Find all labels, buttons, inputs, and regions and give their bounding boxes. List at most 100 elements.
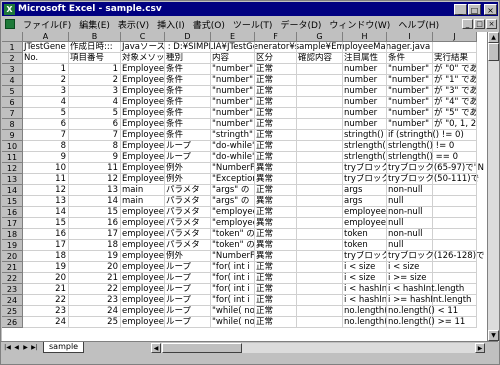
table-cell[interactable]: EmployeeM xyxy=(121,75,165,86)
doc-restore-button[interactable]: □ xyxy=(474,19,485,29)
table-cell[interactable]: EmployeeM xyxy=(121,86,165,97)
table-cell[interactable]: 条件 xyxy=(165,119,211,130)
table-cell[interactable]: "number" xyxy=(211,119,255,130)
table-cell[interactable]: 正常 xyxy=(255,108,297,119)
table-cell[interactable]: employeeS xyxy=(121,218,165,229)
table-cell[interactable]: 正常 xyxy=(255,262,297,273)
column-header[interactable]: A xyxy=(23,32,69,42)
table-cell[interactable]: 項目番号 xyxy=(69,53,121,64)
table-cell[interactable]: EmployeeM xyxy=(121,64,165,75)
table-cell[interactable] xyxy=(297,75,343,86)
maximize-button[interactable]: □ xyxy=(468,3,481,15)
table-cell[interactable]: パラメタ xyxy=(165,218,211,229)
table-cell[interactable]: i >= hashInt.length xyxy=(387,295,471,306)
table-cell[interactable]: 3 xyxy=(69,86,121,97)
table-cell[interactable]: 2 xyxy=(69,75,121,86)
table-cell[interactable]: 7 xyxy=(23,130,69,141)
column-header[interactable]: E xyxy=(211,32,255,42)
table-cell[interactable]: ループ xyxy=(165,262,211,273)
table-cell[interactable]: 条件 xyxy=(387,53,433,64)
table-cell[interactable]: パラメタ xyxy=(165,196,211,207)
column-header[interactable]: D xyxy=(165,32,211,42)
table-cell[interactable]: non-null xyxy=(387,229,433,240)
table-cell[interactable]: 異常 xyxy=(255,240,297,251)
first-sheet-button[interactable]: |◀ xyxy=(3,343,12,352)
table-cell[interactable]: 確認内容 xyxy=(297,53,343,64)
table-cell[interactable]: number xyxy=(343,64,387,75)
last-sheet-button[interactable]: ▶| xyxy=(30,343,39,352)
table-cell[interactable]: 例外 xyxy=(165,251,211,262)
table-cell[interactable]: 正常 xyxy=(255,273,297,284)
table-cell[interactable]: i < hashInt.length xyxy=(387,284,464,295)
table-cell[interactable]: 異常 xyxy=(255,163,297,174)
table-cell[interactable] xyxy=(297,218,343,229)
select-all-corner[interactable] xyxy=(2,32,23,42)
table-cell[interactable]: 10 xyxy=(23,163,69,174)
table-cell[interactable] xyxy=(297,86,343,97)
table-cell[interactable]: tryブロック(50-111)で xyxy=(387,174,479,185)
table-cell[interactable]: パラメタ xyxy=(165,207,211,218)
table-cell[interactable]: 条件 xyxy=(165,97,211,108)
table-cell[interactable]: が "0, 1, 2, xyxy=(433,119,477,130)
doc-minimize-button[interactable]: _ xyxy=(462,19,473,29)
row-header[interactable]: 24 xyxy=(2,295,23,306)
table-cell[interactable]: ループ xyxy=(165,306,211,317)
menu-window[interactable]: ウィンドウ(W) xyxy=(325,18,394,31)
table-cell[interactable]: "number" xyxy=(211,75,255,86)
table-cell[interactable]: employeeS xyxy=(121,240,165,251)
table-cell[interactable]: 異常 xyxy=(255,174,297,185)
table-cell[interactable] xyxy=(433,273,477,284)
table-cell[interactable]: パラメタ xyxy=(165,229,211,240)
table-cell[interactable]: employeeS xyxy=(121,229,165,240)
table-cell[interactable] xyxy=(297,251,343,262)
table-cell[interactable] xyxy=(297,317,343,328)
table-cell[interactable]: employeeL xyxy=(121,306,165,317)
table-cell[interactable]: 実行結果 xyxy=(433,53,477,64)
table-cell[interactable]: 11 xyxy=(23,174,69,185)
table-cell[interactable]: "NumberFo xyxy=(211,251,255,262)
table-cell[interactable]: EmployeeM xyxy=(121,97,165,108)
table-cell[interactable]: 例外 xyxy=(165,163,211,174)
table-cell[interactable]: 正常 xyxy=(255,97,297,108)
table-cell[interactable]: "do-while" xyxy=(211,141,255,152)
table-cell[interactable] xyxy=(433,141,477,152)
horizontal-scrollbar[interactable]: ◀ ▶ xyxy=(151,343,485,353)
table-cell[interactable] xyxy=(433,185,477,196)
table-cell[interactable]: employee xyxy=(343,218,387,229)
table-cell[interactable]: number xyxy=(343,86,387,97)
table-cell[interactable]: 種別 xyxy=(165,53,211,64)
table-cell[interactable] xyxy=(387,42,433,53)
table-cell[interactable]: tryブロック xyxy=(343,163,387,174)
table-cell[interactable]: "number" xyxy=(387,119,433,130)
table-cell[interactable]: 14 xyxy=(69,196,121,207)
table-cell[interactable]: EmployeeM xyxy=(121,163,165,174)
table-cell[interactable]: i < size xyxy=(343,262,387,273)
table-cell[interactable] xyxy=(433,196,477,207)
row-header[interactable]: 17 xyxy=(2,218,23,229)
table-cell[interactable]: employeeS xyxy=(121,251,165,262)
table-cell[interactable]: 正常 xyxy=(255,119,297,130)
table-cell[interactable]: 13 xyxy=(69,185,121,196)
table-cell[interactable] xyxy=(297,97,343,108)
close-button[interactable]: × xyxy=(484,3,497,15)
scroll-right-arrow[interactable]: ▶ xyxy=(475,343,485,353)
table-cell[interactable]: 異常 xyxy=(255,251,297,262)
table-cell[interactable]: 9 xyxy=(69,152,121,163)
row-header[interactable]: 13 xyxy=(2,174,23,185)
spreadsheet-grid[interactable]: A B C D E F G H I J 1 JTestGene 作成日時::: Javaソース : D:¥… xyxy=(2,32,487,342)
table-cell[interactable]: main xyxy=(121,196,165,207)
table-cell[interactable]: employee xyxy=(343,207,387,218)
table-cell[interactable]: 15 xyxy=(69,207,121,218)
table-cell[interactable]: token xyxy=(343,240,387,251)
table-cell[interactable]: employeeL xyxy=(121,262,165,273)
table-cell[interactable] xyxy=(297,64,343,75)
table-cell[interactable]: 12 xyxy=(69,174,121,185)
table-cell[interactable] xyxy=(297,108,343,119)
row-header[interactable]: 18 xyxy=(2,229,23,240)
table-cell[interactable]: 条件 xyxy=(165,108,211,119)
table-cell[interactable]: 18 xyxy=(23,251,69,262)
table-cell[interactable]: employeeL xyxy=(121,295,165,306)
table-cell[interactable]: EmployeeM xyxy=(121,152,165,163)
row-header[interactable]: 6 xyxy=(2,97,23,108)
table-cell[interactable]: EmployeeM xyxy=(121,174,165,185)
